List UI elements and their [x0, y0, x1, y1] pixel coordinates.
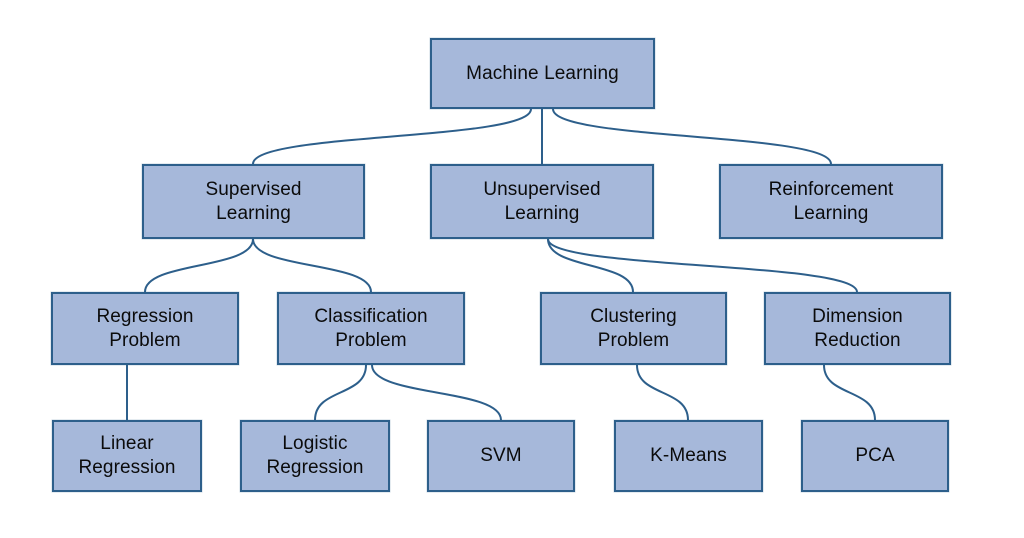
diagram-node-layer: Machine Learning Supervised Learning Unsup…: [0, 0, 1024, 538]
node-label-regression-problem: Regression Problem: [96, 305, 194, 351]
node-classification-problem[interactable]: Classification Problem: [277, 292, 465, 365]
node-machine-learning[interactable]: Machine Learning: [430, 38, 655, 109]
node-pca[interactable]: PCA: [801, 420, 949, 492]
node-regression-problem[interactable]: Regression Problem: [51, 292, 239, 365]
node-label-linear-regression: Linear Regression: [78, 433, 176, 478]
diagram-canvas: Machine Learning Supervised Learning Unsup…: [0, 0, 1024, 538]
node-reinforcement-learning[interactable]: Reinforcement Learning: [719, 164, 943, 239]
node-logistic-regression[interactable]: Logistic Regression: [240, 420, 390, 492]
node-label-dimension-reduction: Dimension Reduction: [812, 305, 903, 351]
node-label-k-means: K-Means: [650, 445, 727, 467]
node-k-means[interactable]: K-Means: [614, 420, 763, 492]
node-label-machine-learning: Machine Learning: [466, 62, 619, 84]
node-label-pca: PCA: [855, 445, 895, 467]
node-label-svm: SVM: [480, 445, 522, 467]
node-label-reinforcement-learning: Reinforcement Learning: [768, 178, 894, 224]
node-unsupervised-learning[interactable]: Unsupervised Learning: [430, 164, 654, 239]
node-label-classification-problem: Classification Problem: [314, 305, 428, 351]
node-label-unsupervised-learning: Unsupervised Learning: [483, 178, 601, 224]
node-linear-regression[interactable]: Linear Regression: [52, 420, 202, 492]
node-svm[interactable]: SVM: [427, 420, 575, 492]
node-dimension-reduction[interactable]: Dimension Reduction: [764, 292, 951, 365]
node-label-supervised-learning: Supervised Learning: [205, 178, 302, 224]
node-clustering-problem[interactable]: Clustering Problem: [540, 292, 727, 365]
node-label-clustering-problem: Clustering Problem: [590, 305, 677, 351]
node-supervised-learning[interactable]: Supervised Learning: [142, 164, 365, 239]
node-label-logistic-regression: Logistic Regression: [266, 433, 364, 478]
